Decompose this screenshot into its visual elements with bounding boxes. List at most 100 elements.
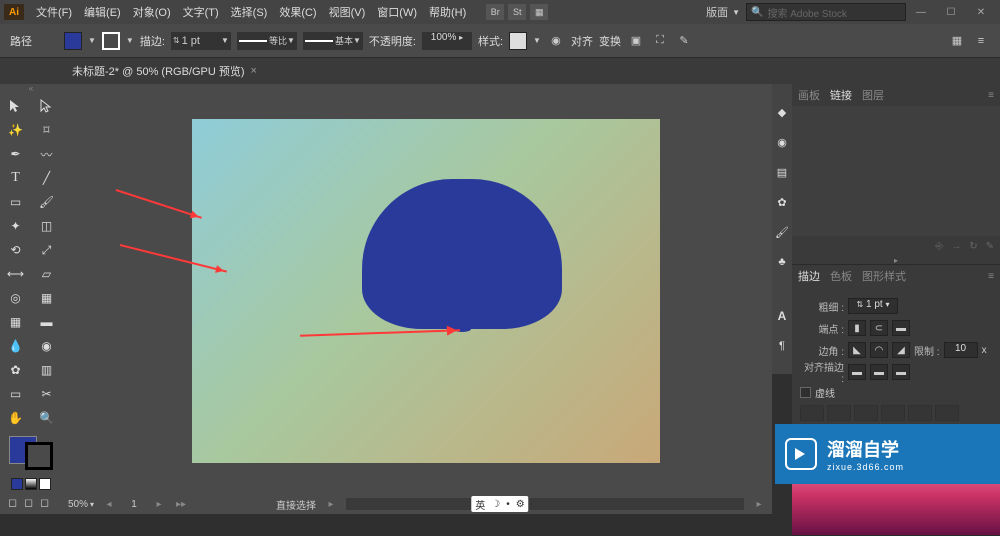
rotate-tool[interactable]: ⟲: [2, 239, 30, 261]
stroke-weight-input[interactable]: ⇅ 1 pt ▾: [848, 298, 898, 314]
hand-tool[interactable]: ✋: [2, 407, 30, 429]
menu-edit[interactable]: 编辑(E): [78, 4, 127, 20]
search-stock-input[interactable]: 🔍 搜索 Adobe Stock: [746, 3, 906, 21]
dash-input[interactable]: [854, 405, 878, 421]
paintbrush-tool[interactable]: 🖌: [33, 191, 61, 213]
gap-input[interactable]: [827, 405, 851, 421]
cap-round[interactable]: ⊂: [870, 320, 888, 336]
goto-link-icon[interactable]: →: [951, 241, 961, 252]
update-link-icon[interactable]: ↻: [969, 241, 977, 252]
relink-icon[interactable]: ⎆: [935, 241, 943, 252]
scale-tool[interactable]: ⤢: [33, 239, 61, 261]
menu-view[interactable]: 视图(V): [323, 4, 372, 20]
graphic-styles-icon[interactable]: ♣: [774, 254, 790, 270]
eyedropper-tool[interactable]: 💧: [2, 335, 30, 357]
properties-icon[interactable]: ◆: [774, 104, 790, 120]
pen-tool[interactable]: ✒: [2, 143, 30, 165]
tab-layers[interactable]: 图层: [862, 87, 884, 103]
dashed-checkbox[interactable]: [800, 387, 811, 398]
corner-round[interactable]: ◠: [870, 342, 888, 358]
panel-menu-icon[interactable]: ≡: [988, 90, 994, 101]
miter-limit-input[interactable]: 10: [944, 342, 978, 358]
free-transform-tool[interactable]: ▱: [33, 263, 61, 285]
paragraph-icon[interactable]: ¶: [774, 338, 790, 354]
menu-effect[interactable]: 效果(C): [273, 4, 322, 20]
window-minimize[interactable]: —: [906, 2, 936, 22]
recolor-icon[interactable]: ◉: [547, 32, 565, 50]
stock-icon[interactable]: St: [508, 4, 526, 20]
slice-tool[interactable]: ✂: [33, 383, 61, 405]
mesh-tool[interactable]: ▦: [2, 311, 30, 333]
brush-dropdown[interactable]: 基本▼: [303, 32, 363, 50]
symbols-icon[interactable]: ✿: [774, 194, 790, 210]
color-mode-solid[interactable]: [11, 478, 23, 490]
gear-icon[interactable]: ⚙: [516, 499, 525, 510]
panel-menu-icon[interactable]: ≡: [988, 271, 994, 282]
type-tool[interactable]: T: [2, 167, 30, 189]
direct-selection-tool[interactable]: [33, 95, 61, 117]
gradient-tool[interactable]: ▬: [33, 311, 61, 333]
arrange-icon[interactable]: ▦: [530, 4, 548, 20]
horizontal-scrollbar[interactable]: [346, 498, 744, 510]
fill-stroke-indicator[interactable]: [9, 436, 53, 470]
isolate-icon[interactable]: ▣: [627, 32, 645, 50]
panel-menu-icon[interactable]: ≡: [972, 32, 990, 50]
corner-bevel[interactable]: ◢: [892, 342, 910, 358]
edit-link-icon[interactable]: ✎: [986, 241, 994, 252]
rectangle-tool[interactable]: ▭: [2, 191, 30, 213]
color-mode-none[interactable]: [39, 478, 51, 490]
stroke-swatch[interactable]: [102, 32, 120, 50]
color-mode-gradient[interactable]: [25, 478, 37, 490]
artboard-nav-next[interactable]: ▸: [152, 498, 166, 510]
gap-input[interactable]: [881, 405, 905, 421]
stroke-weight-input[interactable]: ⇅1 pt▼: [171, 32, 231, 50]
artboard-number[interactable]: 1: [124, 499, 144, 510]
graph-tool[interactable]: ▥: [33, 359, 61, 381]
magic-wand-tool[interactable]: ✨: [2, 119, 30, 141]
bridge-icon[interactable]: Br: [486, 4, 504, 20]
zoom-dropdown[interactable]: 50% ▾: [68, 499, 94, 510]
align-center[interactable]: ▬: [848, 364, 866, 380]
tab-graphic-styles[interactable]: 图形样式: [862, 268, 906, 284]
document-tab[interactable]: 未标题-2* @ 50% (RGB/GPU 预览) ×: [62, 59, 267, 83]
dash-input[interactable]: [908, 405, 932, 421]
canvas-viewport[interactable]: [62, 84, 772, 494]
curvature-tool[interactable]: 〰: [33, 143, 61, 165]
cap-square[interactable]: ▬: [892, 320, 910, 336]
close-tab-icon[interactable]: ×: [251, 65, 257, 77]
swatches-icon[interactable]: 🖌: [774, 224, 790, 240]
corner-miter[interactable]: ◣: [848, 342, 866, 358]
align-link[interactable]: 对齐: [571, 33, 593, 49]
symbol-sprayer-tool[interactable]: ✿: [2, 359, 30, 381]
style-swatch[interactable]: [509, 32, 527, 50]
menu-type[interactable]: 文字(T): [177, 4, 225, 20]
crop-icon[interactable]: ⛶: [651, 32, 669, 50]
perspective-tool[interactable]: ▦: [33, 287, 61, 309]
selection-tool[interactable]: [2, 95, 30, 117]
zoom-tool[interactable]: 🔍: [33, 407, 61, 429]
align-inside[interactable]: ▬: [870, 364, 888, 380]
stroke-profile-dropdown[interactable]: 等比▼: [237, 32, 297, 50]
align-outside[interactable]: ▬: [892, 364, 910, 380]
width-tool[interactable]: ⟷: [2, 263, 30, 285]
window-close[interactable]: ✕: [966, 2, 996, 22]
artboard-tool[interactable]: ▭: [2, 383, 30, 405]
window-maximize[interactable]: ☐: [936, 2, 966, 22]
draw-normal[interactable]: ◻: [8, 496, 22, 510]
opacity-input[interactable]: 100% ▸: [422, 32, 472, 50]
edit-icon[interactable]: ✎: [675, 32, 693, 50]
blend-tool[interactable]: ◉: [33, 335, 61, 357]
character-icon[interactable]: A: [774, 308, 790, 324]
line-tool[interactable]: ╱: [33, 167, 61, 189]
tab-links[interactable]: 链接: [830, 87, 852, 103]
draw-behind[interactable]: ◻: [24, 496, 38, 510]
tab-swatches[interactable]: 色板: [830, 268, 852, 284]
cap-butt[interactable]: ▮: [848, 320, 866, 336]
artboard-nav-prev[interactable]: ◂: [102, 498, 116, 510]
workspace-dropdown[interactable]: 版面▼: [700, 4, 746, 20]
transform-link[interactable]: 变换: [599, 33, 621, 49]
draw-inside[interactable]: ◻: [40, 496, 54, 510]
ime-toolbar[interactable]: 英☽•⚙: [471, 496, 528, 512]
libraries-icon[interactable]: ◉: [774, 134, 790, 150]
grid-icon[interactable]: ▦: [948, 32, 966, 50]
